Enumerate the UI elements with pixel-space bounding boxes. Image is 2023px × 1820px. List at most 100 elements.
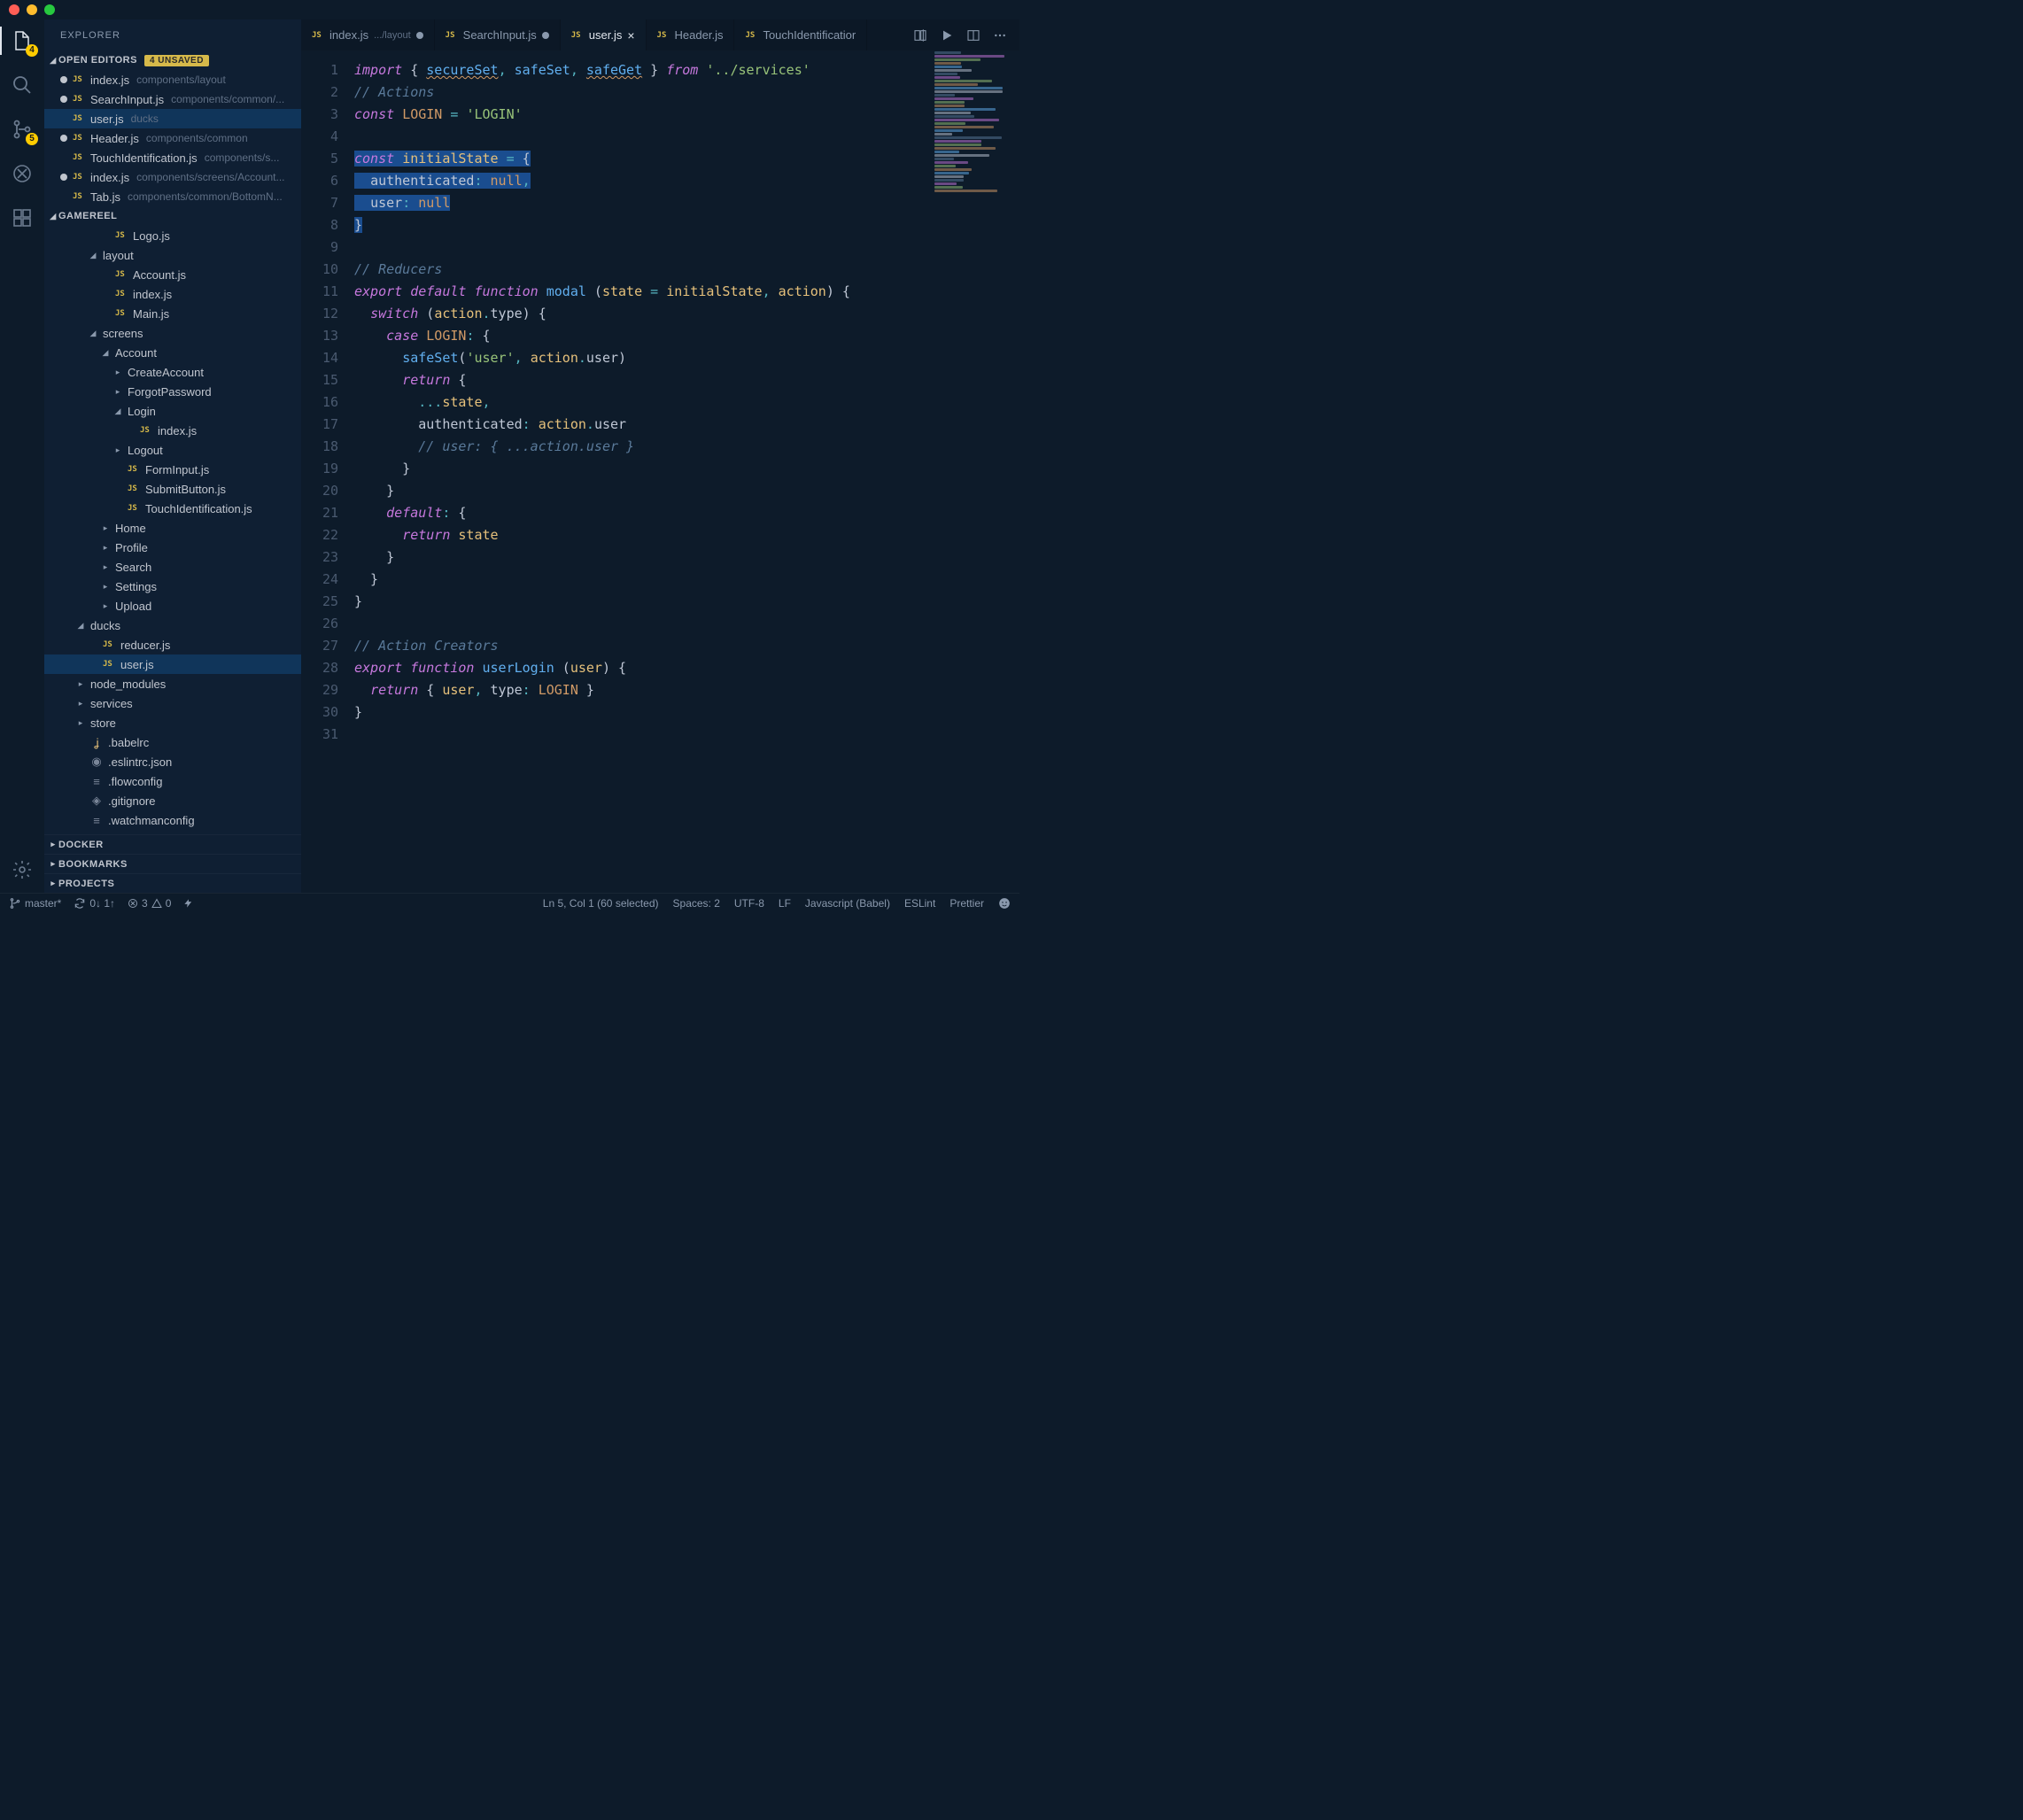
js-icon: JS <box>73 114 85 123</box>
minimap[interactable] <box>931 50 1019 405</box>
activity-bar: 4 5 <box>0 19 44 893</box>
tree-item[interactable]: ▸ store <box>44 713 301 732</box>
open-editor-item[interactable]: JS Tab.js components/common/BottomN... <box>44 187 301 206</box>
tree-item[interactable]: ▸ Profile <box>44 538 301 557</box>
tree-item[interactable]: ▸ JS index.js <box>44 421 301 440</box>
tree-item[interactable]: ▸ Logout <box>44 440 301 460</box>
language-mode[interactable]: Javascript (Babel) <box>805 897 890 910</box>
tree-item[interactable]: ▸ JS Logo.js <box>44 226 301 245</box>
section-bookmarks[interactable]: ▸BOOKMARKS <box>44 854 301 873</box>
code-content[interactable]: import { secureSet, safeSet, safeGet } f… <box>354 50 1019 893</box>
code-editor[interactable]: 1234567891011121314151617181920212223242… <box>301 50 1019 893</box>
open-editors-header[interactable]: ◢ OPEN EDITORS 4 UNSAVED <box>44 50 301 70</box>
more-icon[interactable] <box>993 28 1007 43</box>
tree-item[interactable]: ▸ ◉ .eslintrc.json <box>44 752 301 771</box>
open-editor-item[interactable]: JS user.js ducks <box>44 109 301 128</box>
eol[interactable]: LF <box>779 897 791 910</box>
tree-item[interactable]: ▸ node_modules <box>44 674 301 693</box>
tree-item[interactable]: ▸ Home <box>44 518 301 538</box>
tree-item[interactable]: ◢ Login <box>44 401 301 421</box>
tree-item[interactable]: ▸ JS Main.js <box>44 304 301 323</box>
tree-item[interactable]: ▸ JS FormInput.js <box>44 460 301 479</box>
feedback-icon[interactable] <box>998 897 1011 910</box>
run-icon[interactable] <box>940 28 954 43</box>
tree-item[interactable]: ▸ JS TouchIdentification.js <box>44 499 301 518</box>
prettier[interactable]: Prettier <box>949 897 984 910</box>
line-gutter: 1234567891011121314151617181920212223242… <box>301 50 354 893</box>
file-path: components/common <box>146 132 248 144</box>
tree-item[interactable]: ▸ ◈ .gitignore <box>44 791 301 810</box>
chevron-icon: ▸ <box>101 582 110 592</box>
chevron-icon: ▸ <box>101 601 110 611</box>
js-icon: JS <box>571 31 584 40</box>
workspace-label: GAMEREEL <box>58 211 117 221</box>
open-editor-item[interactable]: JS index.js components/screens/Account..… <box>44 167 301 187</box>
tree-item[interactable]: ◢ Account <box>44 343 301 362</box>
unsaved-badge: 4 UNSAVED <box>144 55 209 66</box>
open-editor-item[interactable]: JS index.js components/layout <box>44 70 301 89</box>
tree-item[interactable]: ▸ Search <box>44 557 301 577</box>
traffic-close[interactable] <box>9 4 19 15</box>
tree-item[interactable]: ▸ Settings <box>44 577 301 596</box>
split-icon[interactable] <box>966 28 980 43</box>
open-editor-item[interactable]: JS Header.js components/common <box>44 128 301 148</box>
tree-item[interactable]: ▸ ≡ .flowconfig <box>44 771 301 791</box>
eslint[interactable]: ESLint <box>904 897 935 910</box>
debug-icon[interactable] <box>10 161 35 186</box>
dirty-dot <box>416 32 423 39</box>
chevron-down-icon: ◢ <box>48 212 58 221</box>
source-control-icon[interactable]: 5 <box>10 117 35 142</box>
tree-item[interactable]: ▸ JS SubmitButton.js <box>44 479 301 499</box>
search-icon[interactable] <box>10 73 35 97</box>
extensions-icon[interactable] <box>10 205 35 230</box>
close-icon[interactable]: × <box>627 28 634 43</box>
editor-tab[interactable]: JS index.js .../layout <box>301 19 435 50</box>
tree-item[interactable]: ▸ CreateAccount <box>44 362 301 382</box>
js-icon: JS <box>73 134 85 143</box>
tree-item[interactable]: ▸ Upload <box>44 596 301 616</box>
js-icon: JS <box>73 173 85 182</box>
errors[interactable]: 3 0 <box>128 897 171 910</box>
traffic-zoom[interactable] <box>44 4 55 15</box>
prettier-bolt[interactable] <box>183 897 193 910</box>
explorer-icon[interactable]: 4 <box>10 28 35 53</box>
indent[interactable]: Spaces: 2 <box>673 897 720 910</box>
editor-tab[interactable]: JS user.js × <box>561 19 647 50</box>
tree-item[interactable]: ▸ JS Account.js <box>44 265 301 284</box>
open-editor-item[interactable]: JS TouchIdentification.js components/s..… <box>44 148 301 167</box>
tree-item[interactable]: ▸ services <box>44 693 301 713</box>
tree-item[interactable]: ▸ ForgotPassword <box>44 382 301 401</box>
editor-tab[interactable]: JS Header.js <box>647 19 735 50</box>
tree-item[interactable]: ▸ ≡ .watchmanconfig <box>44 810 301 830</box>
open-editor-item[interactable]: JS SearchInput.js components/common/... <box>44 89 301 109</box>
tree-item[interactable]: ◢ screens <box>44 323 301 343</box>
editor-tab[interactable]: JS SearchInput.js <box>435 19 561 50</box>
tree-item[interactable]: ◢ layout <box>44 245 301 265</box>
file-name: index.js <box>90 74 129 87</box>
dirty-dot <box>60 154 67 161</box>
tree-item-label: Upload <box>115 600 151 613</box>
encoding[interactable]: UTF-8 <box>734 897 764 910</box>
tree-item-label: layout <box>103 249 134 262</box>
git-sync[interactable]: 0↓ 1↑ <box>74 897 115 910</box>
traffic-minimize[interactable] <box>27 4 37 15</box>
git-branch[interactable]: master* <box>9 897 61 910</box>
cursor-position[interactable]: Ln 5, Col 1 (60 selected) <box>543 897 659 910</box>
tree-item[interactable]: ▸ JS user.js <box>44 654 301 674</box>
section-projects[interactable]: ▸PROJECTS <box>44 873 301 893</box>
chevron-icon: ▸ <box>113 445 122 455</box>
section-docker[interactable]: ▸DOCKER <box>44 834 301 854</box>
editor-tab[interactable]: JS TouchIdentificatior <box>734 19 867 50</box>
chevron-icon: ▸ <box>76 718 85 728</box>
compare-icon[interactable] <box>913 28 927 43</box>
file-name: TouchIdentification.js <box>90 151 198 165</box>
workspace-header[interactable]: ◢ GAMEREEL <box>44 206 301 226</box>
tree-item[interactable]: ▸ JS index.js <box>44 284 301 304</box>
settings-gear-icon[interactable] <box>10 857 35 882</box>
tree-item-label: Login <box>128 405 156 418</box>
tree-item[interactable]: ▸ ʝ .babelrc <box>44 732 301 752</box>
tree-item-label: Main.js <box>133 307 169 321</box>
tree-item[interactable]: ▸ JS reducer.js <box>44 635 301 654</box>
tree-item[interactable]: ◢ ducks <box>44 616 301 635</box>
chevron-icon: ▸ <box>113 368 122 377</box>
